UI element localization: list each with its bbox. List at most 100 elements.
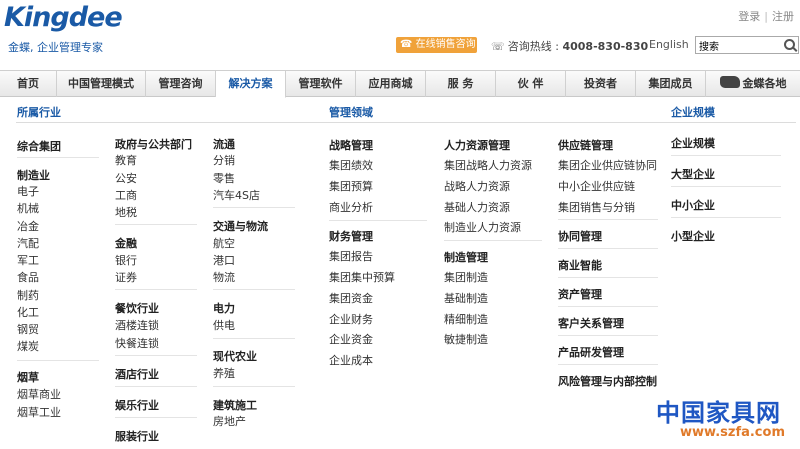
cat-plm[interactable]: 产品研发管理	[558, 344, 624, 360]
separator	[17, 360, 99, 361]
industry-item[interactable]: 地税	[115, 204, 137, 220]
industry-item[interactable]: 供电	[213, 317, 235, 333]
register-link[interactable]: 注册	[772, 10, 794, 23]
industry-item[interactable]: 公安	[115, 170, 137, 186]
industry-item[interactable]: 快餐连锁	[115, 335, 159, 351]
domain-item[interactable]: 基础人力资源	[444, 199, 510, 215]
nav-regions[interactable]: 金蝶各地	[706, 71, 800, 97]
industry-item[interactable]: 港口	[213, 252, 235, 268]
nav-regions-label: 金蝶各地	[742, 77, 787, 90]
cat-distribution[interactable]: 流通	[213, 136, 235, 152]
domain-item[interactable]: 集团销售与分销	[558, 199, 635, 215]
industry-item[interactable]: 钢贸	[17, 321, 39, 337]
industry-item[interactable]: 冶金	[17, 218, 39, 234]
industry-item[interactable]: 证券	[115, 269, 137, 285]
industry-item[interactable]: 银行	[115, 252, 137, 268]
industry-item[interactable]: 电子	[17, 183, 39, 199]
nav-investors[interactable]: 投资者	[566, 71, 636, 97]
cat-finance-mgmt[interactable]: 财务管理	[329, 228, 373, 244]
industry-item[interactable]: 烟草工业	[17, 404, 61, 420]
nav-software[interactable]: 管理软件	[286, 71, 356, 97]
cat-hotel[interactable]: 酒店行业	[115, 366, 159, 382]
domain-item[interactable]: 集团战略人力资源	[444, 157, 532, 173]
cat-agriculture[interactable]: 现代农业	[213, 348, 257, 364]
nav-service[interactable]: 服 务	[426, 71, 496, 97]
scale-item[interactable]: 大型企业	[671, 166, 715, 182]
cat-catering[interactable]: 餐饮行业	[115, 300, 159, 316]
cat-hr[interactable]: 人力资源管理	[444, 137, 510, 153]
cat-asset[interactable]: 资产管理	[558, 286, 602, 302]
domain-item[interactable]: 集团集中预算	[329, 269, 395, 285]
cat-construction[interactable]: 建筑施工	[213, 397, 257, 413]
domain-item[interactable]: 精细制造	[444, 311, 488, 327]
industry-item[interactable]: 化工	[17, 304, 39, 320]
cat-zonghe[interactable]: 综合集团	[17, 138, 61, 154]
domain-item[interactable]: 企业资金	[329, 331, 373, 347]
industry-item[interactable]: 零售	[213, 170, 235, 186]
domain-item[interactable]: 企业财务	[329, 311, 373, 327]
online-sales-button[interactable]: ☎ 在线销售咨询	[396, 37, 477, 53]
scale-item[interactable]: 小型企业	[671, 228, 715, 244]
domain-item[interactable]: 敏捷制造	[444, 331, 488, 347]
nav-home[interactable]: 首页	[0, 71, 57, 97]
nav-app-store[interactable]: 应用商城	[356, 71, 426, 97]
kingdee-logo[interactable]: Kingdee	[4, 2, 123, 33]
domain-item[interactable]: 集团报告	[329, 248, 373, 264]
cat-government[interactable]: 政府与公共部门	[115, 136, 192, 152]
separator	[115, 417, 197, 418]
domain-item[interactable]: 基础制造	[444, 290, 488, 306]
cat-risk[interactable]: 风险管理与内部控制	[558, 373, 657, 389]
scale-item[interactable]: 企业规模	[671, 135, 715, 151]
industry-item[interactable]: 食品	[17, 269, 39, 285]
nav-china-management-mode[interactable]: 中国管理模式	[57, 71, 146, 97]
industry-item[interactable]: 烟草商业	[17, 386, 61, 402]
cat-apparel[interactable]: 服装行业	[115, 428, 159, 444]
domain-item[interactable]: 集团绩效	[329, 157, 373, 173]
nav-group-members[interactable]: 集团成员	[636, 71, 706, 97]
cat-strategy[interactable]: 战略管理	[329, 137, 373, 153]
domain-item[interactable]: 集团预算	[329, 178, 373, 194]
cat-manufacturing-mgmt[interactable]: 制造管理	[444, 249, 488, 265]
cat-entertainment[interactable]: 娱乐行业	[115, 397, 159, 413]
search-box	[695, 36, 799, 54]
cat-bi[interactable]: 商业智能	[558, 257, 602, 273]
industry-item[interactable]: 机械	[17, 200, 39, 216]
industry-item[interactable]: 航空	[213, 235, 235, 251]
cat-collaboration[interactable]: 协同管理	[558, 228, 602, 244]
industry-item[interactable]: 军工	[17, 252, 39, 268]
industry-item[interactable]: 养殖	[213, 365, 235, 381]
cat-tobacco[interactable]: 烟草	[17, 369, 39, 385]
industry-item[interactable]: 汽车4S店	[213, 187, 260, 203]
search-icon[interactable]	[784, 39, 795, 50]
cat-crm[interactable]: 客户关系管理	[558, 315, 624, 331]
industry-item[interactable]: 汽配	[17, 235, 39, 251]
nav-solutions[interactable]: 解决方案	[216, 71, 286, 98]
domain-item[interactable]: 制造业人力资源	[444, 219, 521, 235]
search-input[interactable]	[696, 37, 780, 53]
industry-item[interactable]: 工商	[115, 187, 137, 203]
english-link[interactable]: English	[649, 38, 689, 51]
domain-item[interactable]: 集团制造	[444, 269, 488, 285]
industry-item[interactable]: 分销	[213, 152, 235, 168]
domain-item[interactable]: 企业成本	[329, 352, 373, 368]
login-link[interactable]: 登录	[738, 10, 760, 23]
domain-item[interactable]: 战略人力资源	[444, 178, 510, 194]
industry-item[interactable]: 物流	[213, 269, 235, 285]
industry-item[interactable]: 酒楼连锁	[115, 317, 159, 333]
cat-finance[interactable]: 金融	[115, 235, 137, 251]
industry-item[interactable]: 煤炭	[17, 338, 39, 354]
nav-consulting[interactable]: 管理咨询	[146, 71, 216, 97]
industry-item[interactable]: 制药	[17, 287, 39, 303]
cat-manufacturing[interactable]: 制造业	[17, 167, 50, 183]
domain-item[interactable]: 中小企业供应链	[558, 178, 635, 194]
scale-item[interactable]: 中小企业	[671, 197, 715, 213]
domain-item[interactable]: 集团资金	[329, 290, 373, 306]
cat-supply-chain[interactable]: 供应链管理	[558, 137, 613, 153]
industry-item[interactable]: 房地产	[213, 413, 246, 429]
industry-item[interactable]: 教育	[115, 152, 137, 168]
cat-transport[interactable]: 交通与物流	[213, 218, 268, 234]
domain-item[interactable]: 集团企业供应链协同	[558, 157, 657, 173]
domain-item[interactable]: 商业分析	[329, 199, 373, 215]
nav-partners[interactable]: 伙 伴	[496, 71, 566, 97]
cat-power[interactable]: 电力	[213, 300, 235, 316]
